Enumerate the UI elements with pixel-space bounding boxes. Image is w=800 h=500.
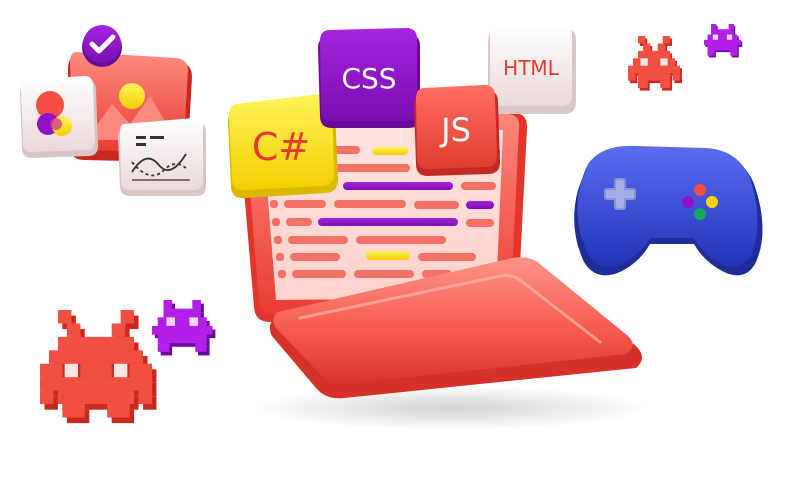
chart-card-icon bbox=[118, 118, 206, 196]
pixel-invader-icon bbox=[628, 36, 682, 91]
pixel-invader-icon bbox=[704, 24, 743, 58]
html-label: HTML bbox=[503, 56, 560, 80]
gamepad-icon bbox=[574, 145, 763, 276]
js-label: JS bbox=[439, 111, 471, 149]
css-label: CSS bbox=[341, 62, 396, 95]
js-tile: JS bbox=[414, 85, 500, 176]
pixel-invader-icon bbox=[40, 310, 157, 424]
css-tile: CSS bbox=[318, 28, 420, 128]
sun-icon bbox=[119, 83, 145, 109]
illustration: C# CSS HTML JS bbox=[0, 0, 800, 500]
csharp-label: C# bbox=[252, 125, 310, 169]
html-tile: HTML bbox=[488, 24, 576, 114]
image-gallery-icon bbox=[20, 25, 206, 196]
coding-scene: C# CSS HTML JS bbox=[20, 24, 763, 430]
checkmark-icon bbox=[82, 25, 122, 67]
color-circles-icon bbox=[20, 76, 98, 158]
pixel-invader-icon bbox=[152, 300, 216, 356]
